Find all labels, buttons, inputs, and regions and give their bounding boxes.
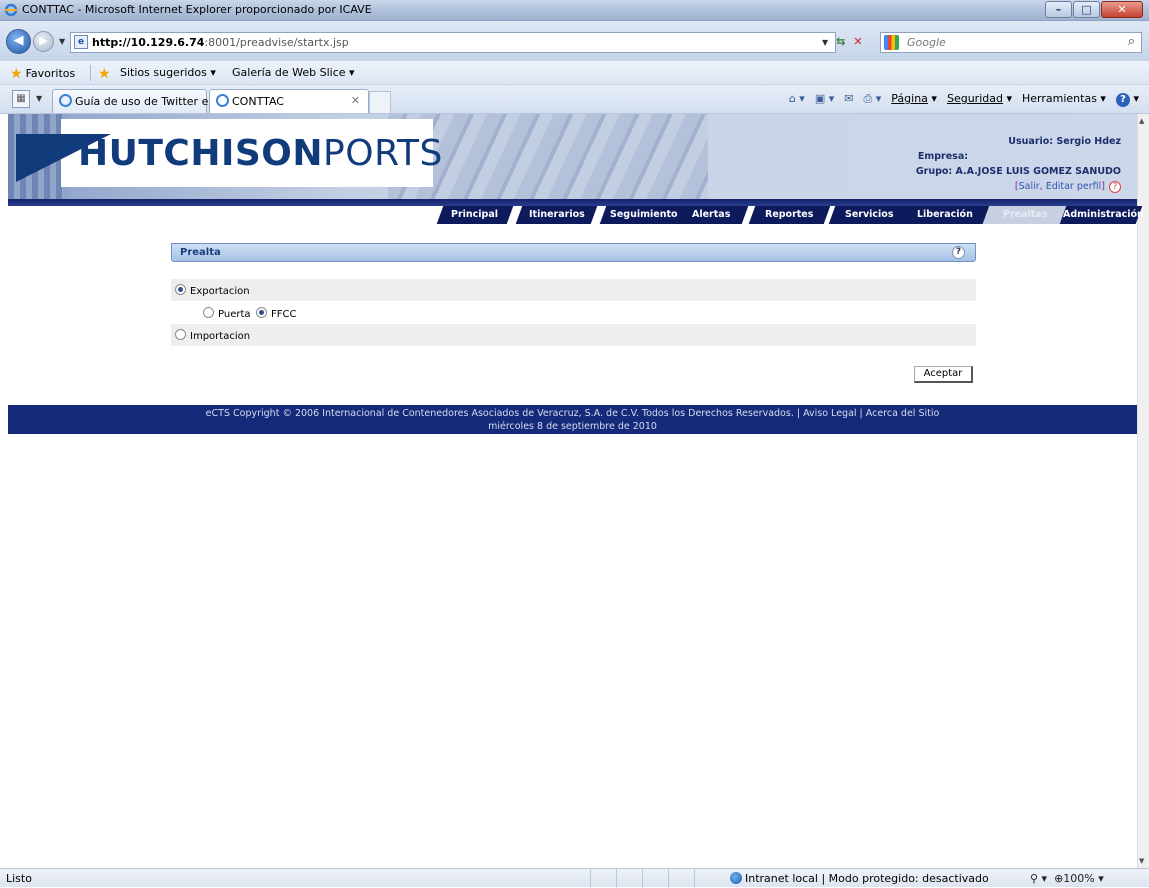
scroll-down-icon[interactable]: ▼ [1139, 857, 1144, 865]
user-links: [Salir, Editar perfil]? [916, 179, 1121, 194]
ie-logo-icon [59, 94, 72, 107]
new-tab-button[interactable] [369, 91, 391, 113]
ie-logo-icon [216, 94, 229, 107]
exportacion-radio[interactable] [175, 284, 186, 295]
menu-reportes[interactable]: Reportes [748, 206, 831, 224]
importacion-radio[interactable] [175, 329, 186, 340]
ffcc-radio[interactable] [256, 307, 267, 318]
web-slice-gallery-button[interactable]: Galería de Web Slice ▾ [232, 66, 355, 79]
export-row [171, 279, 976, 301]
search-placeholder: Google [907, 36, 946, 49]
close-window-button[interactable]: ✕ [1101, 1, 1143, 18]
page-menu[interactable]: Página ▾ [891, 92, 937, 107]
user-info: Usuario: Sergio Hdez Empresa: Grupo: A.A… [916, 134, 1121, 194]
mail-icon[interactable]: ✉ [844, 92, 853, 107]
help-icon: ? [1115, 93, 1130, 107]
logout-link[interactable]: Salir [1019, 181, 1040, 192]
puerta-radio[interactable] [203, 307, 214, 318]
favorites-bar: ★ Favoritos ★ Sitios sugeridos ▾ Galería … [0, 61, 1149, 85]
history-dropdown-icon[interactable]: ▼ [59, 37, 65, 46]
page-icon: e [74, 35, 88, 49]
prealta-panel: Prealta ? [171, 243, 976, 262]
close-tab-icon[interactable]: ✕ [351, 94, 360, 107]
panel-header: Prealta ? [171, 243, 976, 262]
quick-tabs-icon[interactable]: ▦ [12, 90, 30, 108]
panel-title: Prealta [180, 247, 221, 258]
home-icon[interactable]: ⌂ ▾ [789, 92, 805, 107]
address-dropdown-icon[interactable]: ▼ [822, 38, 828, 48]
window-title-bar: CONTTAC - Microsoft Internet Explorer pr… [0, 0, 1149, 21]
tab-bar: ▦ ▼ Guía de uso de Twitter en I... CONTT… [0, 85, 1149, 114]
menu-principal[interactable]: Principal [436, 206, 514, 224]
import-row [171, 324, 976, 346]
menu-servicios[interactable]: Servicios [828, 206, 911, 224]
user-company: Empresa: [917, 151, 969, 162]
search-icon[interactable]: ⌕ [1128, 34, 1135, 49]
security-zone[interactable]: Intranet local | Modo protegido: desacti… [730, 872, 989, 885]
refresh-icon[interactable]: ⇆ [836, 35, 845, 48]
tab-conttac[interactable]: CONTTAC ✕ [209, 89, 369, 113]
site-footer: eCTS Copyright © 2006 Internacional de C… [8, 405, 1137, 434]
menu-top-band [8, 199, 1137, 206]
scroll-up-icon[interactable]: ▲ [1139, 117, 1144, 125]
footer-date: miércoles 8 de septiembre de 2010 [488, 421, 657, 432]
address-toolbar: ◀ ▶ ▼ e http://10.129.6.74:8001/preadvis… [0, 21, 1149, 61]
suggested-sites-button[interactable]: Sitios sugeridos ▾ [120, 66, 216, 79]
add-favorite-icon[interactable]: ★ [98, 66, 114, 82]
importacion-option[interactable]: Importacion [175, 329, 250, 342]
minimize-button[interactable]: – [1045, 1, 1072, 18]
copyright-text: eCTS Copyright © 2006 Internacional de C… [205, 408, 940, 419]
zoom-control[interactable]: ⚲ ▾ ⊕100% ▾ [1030, 872, 1104, 885]
vertical-scrollbar[interactable]: ▲ ▼ [1137, 114, 1149, 868]
print-icon[interactable]: ⎙ ▾ [863, 92, 881, 107]
menu-alertas[interactable]: Alertas [674, 206, 749, 224]
menu-liberacion[interactable]: Liberación [900, 206, 990, 224]
tab-twitter-guide[interactable]: Guía de uso de Twitter en I... [52, 89, 233, 113]
exportacion-option[interactable]: Exportacion [175, 284, 250, 297]
ie-logo-icon [4, 3, 18, 20]
help-menu[interactable]: ? ▾ [1115, 92, 1139, 107]
stop-icon[interactable]: ✕ [853, 35, 862, 48]
menu-administracion[interactable]: Administración [1059, 206, 1144, 224]
feeds-icon[interactable]: ▣ ▾ [815, 92, 834, 107]
aceptar-button[interactable]: Aceptar [914, 366, 973, 383]
puerta-option[interactable]: Puerta [203, 307, 251, 320]
status-text: Listo [6, 872, 32, 885]
back-arrow-icon: ◀ [13, 33, 24, 48]
search-input[interactable]: Google ⌕ [880, 32, 1142, 53]
user-name: Usuario: Sergio Hdez [1008, 136, 1121, 147]
star-icon: ★ [10, 66, 23, 82]
ffcc-option[interactable]: FFCC [256, 307, 296, 320]
window-title: CONTTAC - Microsoft Internet Explorer pr… [22, 3, 372, 16]
security-menu[interactable]: Seguridad ▾ [947, 92, 1012, 107]
address-input[interactable]: e http://10.129.6.74:8001/preadvise/star… [70, 32, 836, 53]
favorites-button[interactable]: ★ Favoritos [10, 66, 75, 82]
forward-button[interactable]: ▶ [33, 31, 54, 52]
edit-profile-link[interactable]: Editar perfil [1046, 181, 1102, 192]
site-header: HUTCHISONPORTS Usuario: Sergio Hdez Empr… [8, 114, 1137, 199]
page-viewport [0, 114, 1149, 868]
back-button[interactable]: ◀ [6, 29, 31, 54]
google-search-provider-icon [884, 35, 899, 50]
maximize-button[interactable]: □ [1073, 1, 1100, 18]
separator [90, 65, 91, 81]
hutchison-ports-logo[interactable]: HUTCHISONPORTS [16, 119, 442, 187]
status-bar: Listo Intranet local | Modo protegido: d… [0, 868, 1149, 888]
help-icon[interactable]: ? [1109, 181, 1121, 193]
intranet-zone-icon [730, 872, 742, 884]
panel-help-icon[interactable]: ? [952, 246, 965, 259]
menu-prealtas[interactable]: Prealtas [982, 206, 1068, 224]
status-cells [590, 869, 720, 888]
user-group: Grupo: A.A.JOSE LUIS GOMEZ SANUDO [915, 166, 1121, 177]
forward-arrow-icon: ▶ [39, 34, 48, 47]
tab-list-dropdown-icon[interactable]: ▼ [36, 94, 42, 103]
menu-itinerarios[interactable]: Itinerarios [515, 206, 598, 224]
tools-menu[interactable]: Herramientas ▾ [1022, 92, 1106, 107]
address-url: http://10.129.6.74:8001/preadvise/startx… [92, 36, 349, 49]
main-menu: Principal Itinerarios Seguimiento Alerta… [8, 199, 1144, 224]
